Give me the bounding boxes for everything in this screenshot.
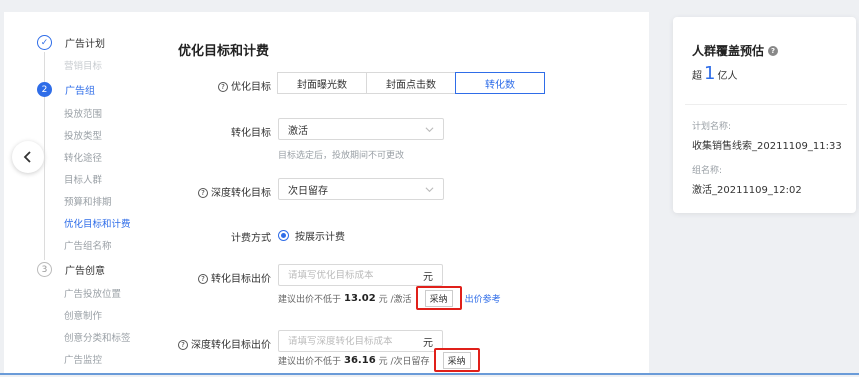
suggested-bid-value: 36.16 (344, 354, 376, 366)
step-connector (44, 52, 45, 82)
help-icon[interactable]: ? (178, 340, 188, 350)
audience-count-value: 1 (704, 63, 716, 84)
help-icon[interactable]: ? (768, 45, 779, 56)
chevron-down-icon (425, 126, 434, 132)
step-title: 广告组 (65, 86, 95, 97)
help-icon[interactable]: ? (218, 82, 228, 92)
sub-step-optimization-billing[interactable]: 优化目标和计费 (64, 216, 131, 230)
conv-goal-select[interactable]: 激活 (278, 118, 444, 140)
bid-reference-link[interactable]: 出价参考 (465, 292, 501, 305)
adopt-button[interactable]: 采纳 (415, 286, 462, 310)
sub-step-delivery-type[interactable]: 投放类型 (64, 128, 102, 142)
sub-step-placement[interactable]: 广告投放位置 (64, 286, 121, 300)
suggested-bid-value: 13.02 (344, 292, 376, 304)
step-ad-plan[interactable]: ✓ 广告计划 (37, 35, 105, 50)
step-number: 2 (37, 82, 52, 97)
billing-option-label: 按展示计费 (295, 232, 345, 243)
opt-goal-label: ? 优化目标 (205, 78, 271, 93)
sub-step-creative-tags[interactable]: 创意分类和标签 (64, 330, 131, 344)
step-number: 3 (37, 262, 52, 277)
conv-bid-input[interactable] (288, 269, 408, 281)
back-button[interactable] (12, 141, 44, 173)
conv-bid-label: ? 转化目标出价 (186, 270, 271, 285)
step-connector (44, 96, 45, 260)
check-icon: ✓ (37, 35, 52, 50)
sub-step-marketing-goal[interactable]: 营销目标 (64, 58, 102, 72)
deep-bid-input[interactable] (288, 335, 408, 347)
currency-unit: 元 (423, 337, 433, 349)
bottom-border (0, 373, 859, 375)
step-ad-creative[interactable]: 3 广告创意 (37, 262, 105, 277)
conv-goal-hint: 目标选定后，投放期间不可更改 (278, 151, 405, 161)
conv-bid-field: 元 (278, 264, 443, 286)
deep-conv-goal-label: ? 深度转化目标 (186, 184, 271, 199)
billing-cpm-radio[interactable]: 按展示计费 (278, 228, 345, 243)
billing-label: 计费方式 (231, 233, 271, 244)
opt-goal-cover-impressions[interactable]: 封面曝光数 (277, 72, 367, 94)
sub-step-budget-schedule[interactable]: 预算和排期 (64, 194, 112, 208)
help-icon[interactable]: ? (198, 274, 208, 284)
step-ad-group[interactable]: 2 广告组 (37, 82, 95, 97)
opt-goal-conversions[interactable]: 转化数 (455, 72, 545, 94)
sub-step-delivery-scope[interactable]: 投放范围 (64, 106, 102, 120)
sub-step-ad-monitoring[interactable]: 广告监控 (64, 352, 102, 366)
divider (685, 104, 847, 105)
chevron-down-icon (425, 186, 434, 192)
deep-conv-goal-select[interactable]: 次日留存 (278, 178, 444, 200)
deep-bid-suggestion: 建议出价不低于 36.16 元 /次日留存 采纳 (278, 348, 480, 372)
adopt-button[interactable]: 采纳 (433, 348, 480, 372)
opt-goal-segmented: 封面曝光数 封面点击数 转化数 (277, 72, 545, 94)
conv-goal-value: 激活 (288, 125, 308, 137)
group-name-label: 组名称: (692, 166, 723, 176)
step-title: 广告计划 (65, 39, 105, 50)
conv-goal-label: 转化目标 (231, 128, 271, 139)
plan-name-label: 计划名称: (692, 122, 732, 132)
audience-count: 超 1 亿人 (692, 63, 738, 84)
group-name-value: 激活_20211109_12:02 (692, 185, 802, 196)
sub-step-creative-production[interactable]: 创意制作 (64, 308, 102, 322)
sub-step-group-name[interactable]: 广告组名称 (64, 238, 112, 252)
opt-goal-cover-clicks[interactable]: 封面点击数 (366, 72, 456, 94)
radio-checked-icon (278, 230, 289, 241)
conv-bid-suggestion: 建议出价不低于 13.02 元 /激活 采纳 出价参考 (278, 286, 501, 310)
chevron-left-icon (23, 151, 31, 163)
help-icon[interactable]: ? (198, 188, 208, 198)
deep-conv-goal-value: 次日留存 (288, 185, 328, 197)
step-title: 广告创意 (65, 266, 105, 277)
currency-unit: 元 (423, 271, 433, 283)
audience-estimate-title: 人群覆盖预估? (692, 42, 779, 59)
sub-step-target-audience[interactable]: 目标人群 (64, 172, 102, 186)
plan-name-value: 收集销售线索_20211109_11:33 (692, 141, 842, 152)
sub-step-conversion-path[interactable]: 转化途径 (64, 150, 102, 164)
deep-bid-label: ? 深度转化目标出价 (178, 336, 271, 351)
section-title: 优化目标和计费 (178, 44, 270, 59)
